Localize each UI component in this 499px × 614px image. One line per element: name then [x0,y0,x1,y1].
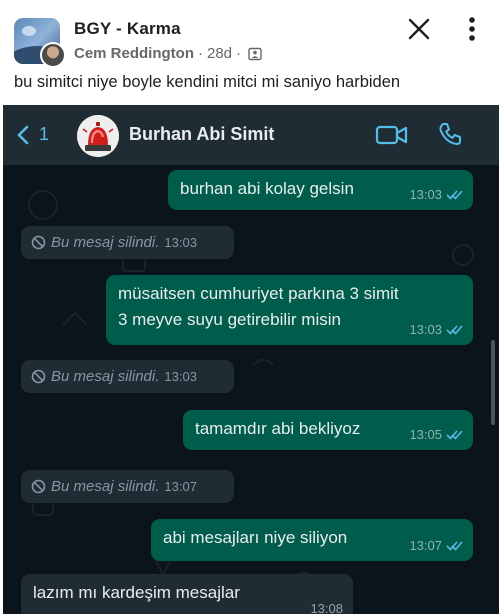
phone-icon[interactable] [437,121,463,147]
chat-body[interactable]: burhan abi kolay gelsin 13:03 Bu mesaj s… [3,165,499,614]
back-unread-count[interactable]: 1 [39,124,49,145]
ban-icon [31,369,46,384]
message-time: 13:07 [164,478,197,494]
avatar-sky [22,26,36,36]
read-ticks-icon [446,541,463,552]
message-time: 13:05 [409,426,442,442]
back-chevron-icon[interactable] [15,125,31,145]
message-meta: 13:03 [409,185,463,205]
author-avatar[interactable] [40,42,66,68]
message-line: müsaitsen cumhuriyet parkına 3 simit [118,284,399,303]
message-bubble-incoming[interactable]: Bu mesaj silindi. 13:07 [21,470,234,503]
group-icon [248,47,262,61]
message-bubble-outgoing[interactable]: tamamdır abi bekliyoz 13:05 [183,410,473,450]
message-meta: 13:03 [409,320,463,340]
author-name[interactable]: Cem Reddington [74,45,194,62]
message-bubble-outgoing[interactable]: müsaitsen cumhuriyet parkına 3 simit 3 m… [106,275,473,345]
deleted-text: Bu mesaj silindi. [51,368,160,385]
chat-screenshot: 1 Burhan Abi Simit burhan abi kolay gels… [3,105,499,614]
contact-avatar[interactable] [77,115,119,157]
message-meta: 13:07 [409,536,463,556]
message-time: 13:03 [164,368,197,384]
deleted-text: Bu mesaj silindi. [51,234,160,251]
ban-icon [31,479,46,494]
deleted-message: Bu mesaj silindi. 13:03 [31,231,224,254]
read-ticks-icon [446,190,463,201]
message-time: 13:08 [310,600,343,614]
post-header: BGY - Karma Cem Reddington · 28d · bu si… [0,0,499,105]
video-call-icon[interactable] [375,124,409,146]
contact-name[interactable]: Burhan Abi Simit [129,124,274,145]
message-time: 13:03 [409,321,442,337]
message-time: 13:07 [409,537,442,553]
message-bubble-incoming[interactable]: Bu mesaj silindi. 13:03 [21,226,234,259]
deleted-text: Bu mesaj silindi. [51,478,160,495]
more-vertical-icon[interactable] [460,14,484,44]
message-bubble-outgoing[interactable]: burhan abi kolay gelsin 13:03 [168,170,473,210]
close-icon[interactable] [404,14,434,44]
meta-separator: · [236,45,242,62]
message-meta: 13:05 [409,425,463,445]
deleted-message: Bu mesaj silindi. 13:07 [31,475,224,498]
read-ticks-icon [446,325,463,336]
message-time: 13:03 [164,234,197,250]
post-time[interactable]: 28d [207,45,232,62]
post-text: bu simitci niye boyle kendini mitci mi s… [14,73,401,91]
message-text: lazım mı kardeşim mesajlar [33,583,240,602]
message-bubble-incoming[interactable]: lazım mı kardeşim mesajlar 13:08 [21,574,353,614]
scrollbar-thumb[interactable] [491,340,495,425]
deleted-message: Bu mesaj silindi. 13:03 [31,365,224,388]
ban-icon [31,235,46,250]
message-bubble-outgoing[interactable]: abi mesajları niye siliyon 13:07 [151,519,473,561]
post-meta: Cem Reddington · 28d · [74,45,262,62]
chat-header: 1 Burhan Abi Simit [3,105,499,165]
message-time: 13:03 [409,186,442,202]
read-ticks-icon [446,430,463,441]
message-bubble-incoming[interactable]: Bu mesaj silindi. 13:03 [21,360,234,393]
meta-separator: · [198,45,203,62]
group-name[interactable]: BGY - Karma [74,19,181,39]
message-meta: 13:08 [310,599,343,614]
